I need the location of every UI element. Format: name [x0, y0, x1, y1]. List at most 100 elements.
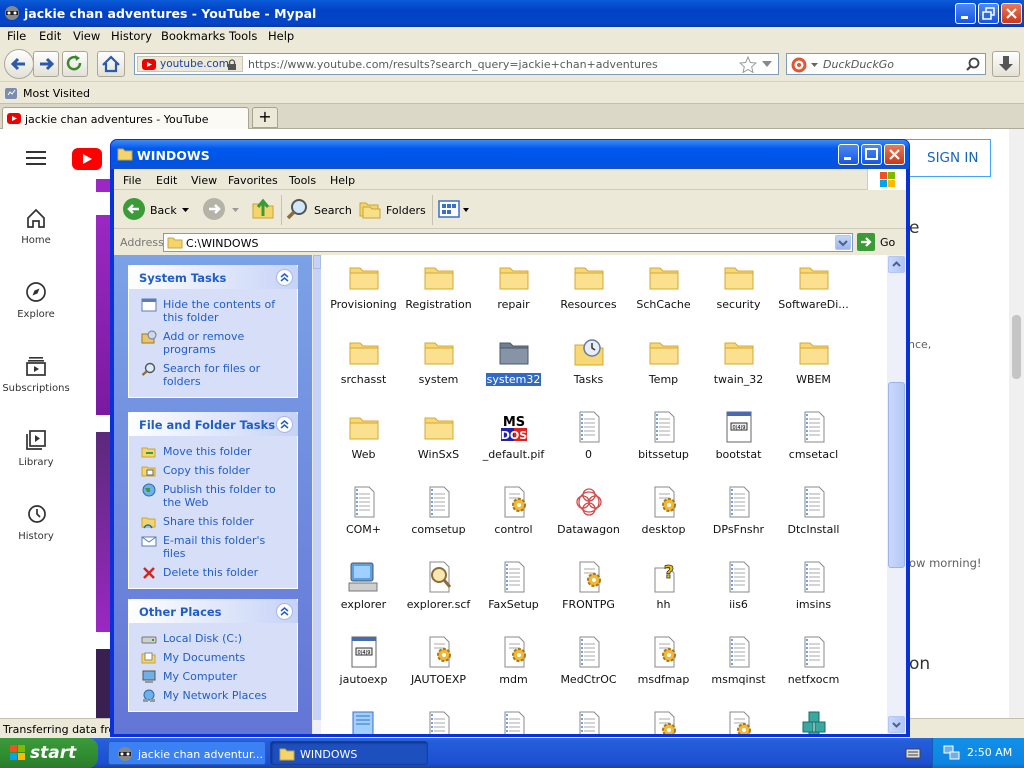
- menu-edit[interactable]: Edit: [39, 29, 61, 43]
- menu-help[interactable]: Help: [268, 29, 294, 43]
- go-button[interactable]: Go: [856, 232, 902, 252]
- menu-file[interactable]: File: [7, 29, 26, 43]
- nav-library[interactable]: Library: [0, 429, 72, 468]
- file-item[interactable]: explorer.scf: [401, 560, 476, 611]
- file-item[interactable]: JAUTOEXP: [401, 635, 476, 686]
- file-item[interactable]: MedCtrOC: [551, 635, 626, 686]
- task-hide-contents[interactable]: Hide the contents of this folder: [129, 295, 297, 327]
- explorer-menu-tools[interactable]: Tools: [289, 174, 316, 187]
- collapse-chevron-icon[interactable]: [276, 269, 293, 286]
- file-item[interactable]: SoftwareDi...: [776, 260, 851, 311]
- scrollbar-thumb[interactable]: [888, 382, 905, 568]
- task-publish-web[interactable]: Publish this folder to the Web: [129, 480, 297, 512]
- place-my-computer[interactable]: My Computer: [129, 667, 297, 686]
- new-tab-button[interactable]: +: [252, 107, 278, 128]
- file-item[interactable]: DtcInstall: [776, 485, 851, 536]
- task-share-folder[interactable]: Share this folder: [129, 512, 297, 531]
- file-item[interactable]: Web: [326, 410, 401, 461]
- file-item[interactable]: Registration: [401, 260, 476, 311]
- sign-in-button[interactable]: SIGN IN: [904, 139, 991, 177]
- explorer-menu-edit[interactable]: Edit: [156, 174, 177, 187]
- explorer-maximize-button[interactable]: [861, 144, 882, 165]
- other-places-header[interactable]: Other Places: [128, 599, 298, 623]
- system-tasks-header[interactable]: System Tasks: [128, 265, 298, 289]
- explorer-minimize-button[interactable]: [838, 144, 859, 165]
- address-input[interactable]: C:\WINDOWS: [163, 233, 853, 252]
- page-scrollbar[interactable]: [1009, 129, 1024, 718]
- back-dropdown-icon[interactable]: [182, 208, 189, 213]
- url-text[interactable]: https://www.youtube.com/results?search_q…: [248, 58, 658, 71]
- magnifier-icon[interactable]: [965, 57, 981, 73]
- nav-home[interactable]: Home: [0, 207, 72, 246]
- file-item[interactable]: desktop: [626, 485, 701, 536]
- task-move-folder[interactable]: Move this folder: [129, 442, 297, 461]
- place-local-disk[interactable]: Local Disk (C:): [129, 629, 297, 648]
- search-engine-dropdown-icon[interactable]: [811, 63, 818, 68]
- file-item[interactable]: iis6: [701, 560, 776, 611]
- menu-tools[interactable]: Tools: [229, 29, 257, 43]
- close-button[interactable]: [1001, 3, 1022, 24]
- file-item[interactable]: mdm: [476, 635, 551, 686]
- file-item[interactable]: repair: [476, 260, 551, 311]
- place-my-documents[interactable]: My Documents: [129, 648, 297, 667]
- start-button[interactable]: start: [0, 738, 98, 768]
- reload-button[interactable]: [62, 51, 88, 77]
- file-item[interactable]: [551, 710, 626, 734]
- menu-bookmarks[interactable]: Bookmarks: [161, 29, 225, 43]
- task-delete-folder[interactable]: Delete this folder: [129, 563, 297, 582]
- search-bar[interactable]: DuckDuckGo: [786, 53, 986, 75]
- file-item[interactable]: bitssetup: [626, 410, 701, 461]
- scroll-up-button[interactable]: [888, 256, 905, 273]
- scroll-down-button[interactable]: [888, 716, 905, 733]
- file-item[interactable]: system32: [476, 335, 551, 386]
- file-item[interactable]: security: [701, 260, 776, 311]
- explorer-menu-view[interactable]: View: [191, 174, 217, 187]
- file-item[interactable]: [701, 710, 776, 734]
- file-item[interactable]: FRONTPG: [551, 560, 626, 611]
- network-connection-icon[interactable]: [943, 745, 961, 761]
- task-copy-folder[interactable]: Copy this folder: [129, 461, 297, 480]
- file-item[interactable]: Tasks: [551, 335, 626, 386]
- explorer-close-button[interactable]: [884, 144, 905, 165]
- file-item[interactable]: [626, 710, 701, 734]
- file-item[interactable]: Provisioning: [326, 260, 401, 311]
- menu-view[interactable]: View: [73, 29, 100, 43]
- nav-explore[interactable]: Explore: [0, 281, 72, 320]
- task-search-files[interactable]: Search for files or folders: [129, 359, 297, 391]
- file-item[interactable]: netfxocm: [776, 635, 851, 686]
- explorer-title-bar[interactable]: WINDOWS: [111, 140, 909, 169]
- url-bar[interactable]: youtube.com https://www.youtube.com/resu…: [134, 53, 779, 75]
- menu-history[interactable]: History: [111, 29, 152, 43]
- file-item[interactable]: msmqinst: [701, 635, 776, 686]
- file-item[interactable]: system: [401, 335, 476, 386]
- nav-history[interactable]: History: [0, 503, 72, 542]
- up-folder-button[interactable]: [250, 196, 276, 224]
- folders-button[interactable]: Folders: [358, 197, 426, 223]
- place-my-network[interactable]: My Network Places: [129, 686, 297, 705]
- forward-button[interactable]: [33, 51, 59, 77]
- explorer-menu-favorites[interactable]: Favorites: [228, 174, 278, 187]
- explorer-menu-help[interactable]: Help: [330, 174, 355, 187]
- file-item[interactable]: msdfmap: [626, 635, 701, 686]
- file-folder-tasks-header[interactable]: File and Folder Tasks: [128, 412, 298, 436]
- downloads-button[interactable]: [992, 51, 1020, 77]
- file-item[interactable]: cmsetacl: [776, 410, 851, 461]
- explorer-menu-file[interactable]: File: [123, 174, 141, 187]
- file-item[interactable]: COM+: [326, 485, 401, 536]
- keyboard-icon[interactable]: [905, 746, 921, 760]
- youtube-logo-icon[interactable]: [72, 148, 110, 170]
- home-button[interactable]: [97, 51, 125, 77]
- file-item[interactable]: twain_32: [701, 335, 776, 386]
- tab-youtube[interactable]: jackie chan adventures - YouTube: [2, 107, 249, 129]
- file-item[interactable]: ? hh: [626, 560, 701, 611]
- file-item[interactable]: MS DOS _default.pif: [476, 410, 551, 461]
- back-button[interactable]: [4, 49, 34, 79]
- explorer-back-button[interactable]: Back: [122, 197, 190, 223]
- file-item[interactable]: [401, 710, 476, 734]
- file-item[interactable]: imsins: [776, 560, 851, 611]
- file-item[interactable]: 0|4|9 bootstat: [701, 410, 776, 461]
- file-item[interactable]: Datawagon: [551, 485, 626, 536]
- taskbar-item-browser[interactable]: jackie chan adventur...: [108, 741, 266, 765]
- file-item[interactable]: [326, 710, 401, 734]
- url-dropdown-icon[interactable]: [762, 61, 772, 68]
